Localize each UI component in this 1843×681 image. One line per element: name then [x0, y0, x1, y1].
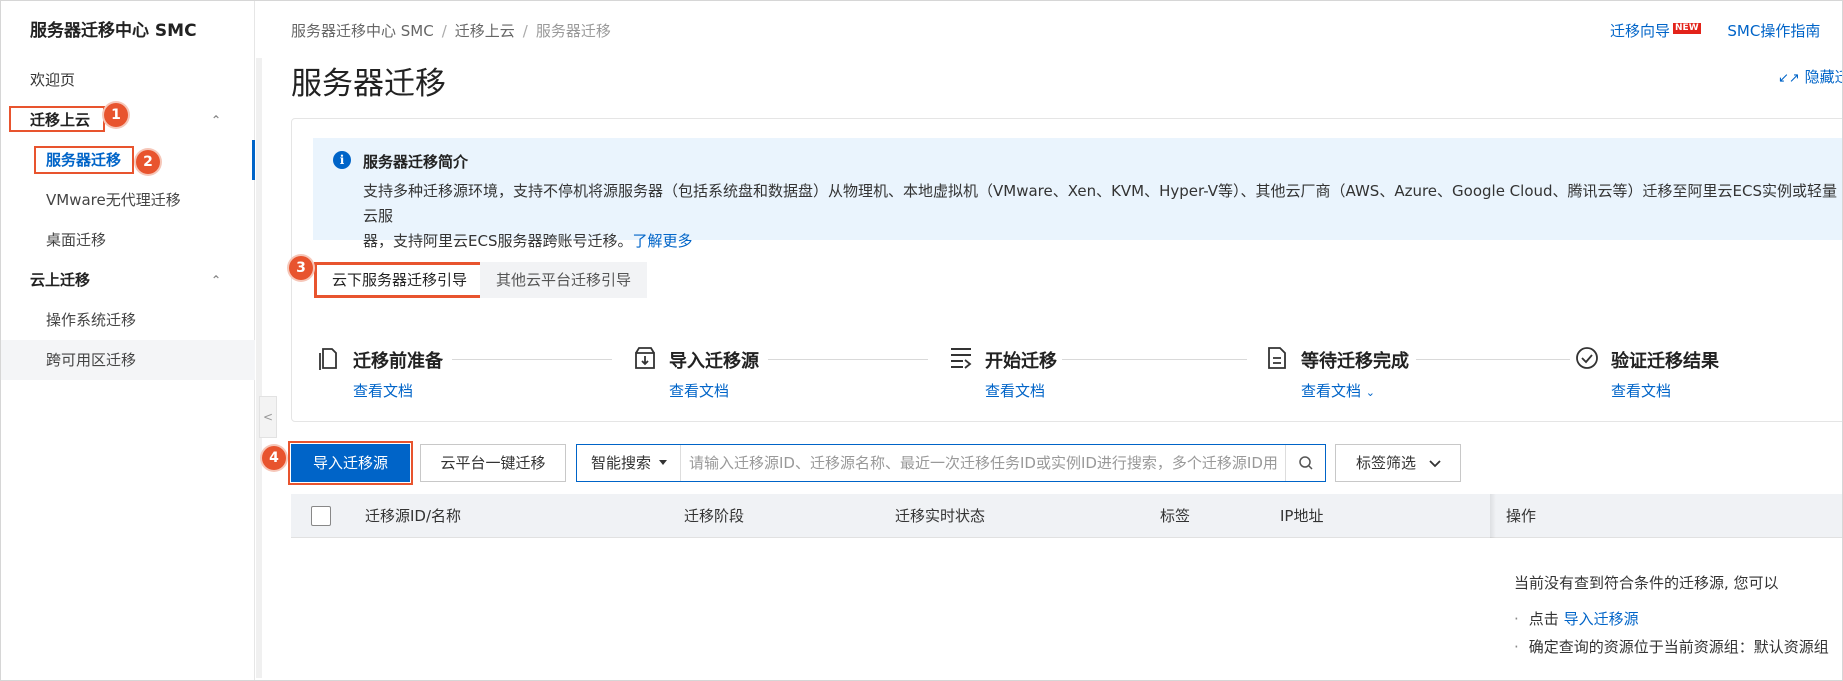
annotation-box-2 [34, 146, 134, 174]
sidebar-item-cross-zone-migration[interactable]: 跨可用区迁移 [0, 340, 255, 380]
import-source-link[interactable]: 导入迁移源 [1564, 610, 1639, 628]
caret-down-icon [659, 460, 668, 465]
sidebar-group-label: 云上迁移 [30, 271, 91, 289]
sidebar-item-welcome[interactable]: 欢迎页 [0, 60, 255, 100]
column-header-realtime-status: 迁移实时状态 [895, 507, 986, 525]
chevron-down-icon [1429, 460, 1441, 468]
chevron-up-icon: ⌃ [210, 273, 221, 287]
smc-manual-link[interactable]: SMC操作指南 [1727, 22, 1820, 40]
empty-state-heading: 当前没有查到符合条件的迁移源, 您可以 [1514, 574, 1779, 592]
breadcrumb-item[interactable]: 服务器迁移中心 SMC [291, 22, 434, 40]
breadcrumb-separator: / [441, 22, 447, 40]
annotation-box-1 [9, 106, 105, 132]
column-header-stage: 迁移阶段 [684, 507, 745, 525]
annotation-badge-3: 3 [289, 256, 313, 280]
document-icon [1268, 347, 1286, 369]
tab-on-premise-guide[interactable]: 云下服务器迁移引导 [314, 262, 486, 298]
info-icon: i [333, 151, 351, 169]
breadcrumb-separator: / [522, 22, 528, 40]
sidebar-scrollbar[interactable] [256, 58, 262, 678]
sidebar-item-label: 跨可用区迁移 [46, 351, 137, 369]
sticky-column-shadow [1490, 494, 1496, 538]
annotation-badge-2: 2 [136, 150, 160, 174]
step-connector [452, 359, 612, 360]
sidebar-item-label: VMware无代理迁移 [46, 191, 181, 209]
tag-filter-label: 标签筛选 [1356, 454, 1417, 472]
intro-line-1: 支持多种迁移源环境，支持不停机将源服务器（包括系统盘和数据盘）从物理机、本地虚拟… [363, 182, 1838, 225]
cloud-one-click-migrate-button[interactable]: 云平台一键迁移 [420, 444, 566, 482]
step-title: 等待迁移完成 [1301, 351, 1409, 372]
search-mode-label: 智能搜索 [591, 454, 652, 472]
step-connector [1062, 359, 1247, 360]
tip-text: 确定查询的资源位于当前资源组：默认资源组 [1528, 638, 1829, 656]
page-title: 服务器迁移 [291, 66, 446, 102]
hide-guide-label: 隐藏迁 [1804, 68, 1843, 86]
collapse-sidebar-button[interactable]: < [259, 396, 277, 438]
sidebar-item-vmware-agentless[interactable]: VMware无代理迁移 [0, 180, 255, 220]
intro-line-2: 器，支持阿里云ECS服务器跨账号迁移。 [363, 232, 633, 250]
column-header-ip: IP地址 [1280, 507, 1324, 525]
annotation-badge-4: 4 [262, 446, 286, 470]
search-bar: 智能搜索 [576, 444, 1326, 482]
import-source-button[interactable]: 导入迁移源 [291, 444, 410, 482]
view-docs-dropdown[interactable]: 查看文档 ⌄ [1301, 380, 1375, 401]
tag-filter-button[interactable]: 标签筛选 [1335, 444, 1461, 482]
sidebar-group-in-cloud-migration[interactable]: 云上迁移 ⌃ [0, 260, 255, 300]
view-docs-link[interactable]: 查看文档 [669, 380, 729, 401]
sidebar: 服务器迁移中心 SMC 欢迎页 迁移上云 ⌃ 服务器迁移 VMware无代理迁移… [0, 0, 255, 681]
clipboard-icon [319, 348, 337, 370]
sidebar-item-label: 欢迎页 [30, 71, 76, 89]
column-header-actions: 操作 [1506, 507, 1537, 525]
table-header: 迁移源ID/名称 迁移阶段 迁移实时状态 标签 IP地址 操作 [291, 494, 1843, 538]
chevron-up-icon: ⌃ [210, 113, 221, 127]
hide-guide-link[interactable]: ↙↗ 隐藏迁 [1778, 66, 1843, 87]
empty-state-tip: · 确定查询的资源位于当前资源组：默认资源组 [1514, 636, 1829, 657]
column-header-source-id: 迁移源ID/名称 [365, 507, 462, 525]
select-all-checkbox[interactable] [311, 506, 331, 526]
search-mode-select[interactable]: 智能搜索 [577, 445, 681, 481]
chevron-down-icon: ⌄ [1365, 386, 1376, 399]
breadcrumb-current: 服务器迁移 [535, 22, 611, 40]
check-circle-icon [1576, 347, 1598, 369]
breadcrumb: 服务器迁移中心 SMC / 迁移上云 / 服务器迁移 [291, 20, 611, 41]
migration-guide-link[interactable]: 迁移向导 [1610, 22, 1670, 40]
step-title: 验证迁移结果 [1611, 351, 1719, 372]
top-links: 迁移向导NEW SMC操作指南 在 [1610, 20, 1843, 41]
tip-prefix: 点击 [1528, 610, 1559, 628]
bullet: · [1514, 638, 1519, 656]
view-docs-link: 查看文档 [1301, 382, 1362, 400]
new-badge: NEW [1673, 23, 1701, 34]
sidebar-item-label: 桌面迁移 [46, 231, 107, 249]
view-docs-link[interactable]: 查看文档 [1611, 380, 1671, 401]
column-header-tags: 标签 [1160, 507, 1191, 525]
step-title: 导入迁移源 [669, 351, 759, 372]
tab-other-cloud-guide[interactable]: 其他云平台迁移引导 [480, 262, 648, 298]
server-list-icon [951, 348, 972, 369]
sidebar-item-label: 操作系统迁移 [46, 311, 137, 329]
step-connector [768, 359, 928, 360]
bullet: · [1514, 610, 1519, 628]
search-icon [1299, 456, 1313, 470]
sidebar-item-os-migration[interactable]: 操作系统迁移 [0, 300, 255, 340]
search-button[interactable] [1285, 445, 1325, 481]
learn-more-link[interactable]: 了解更多 [632, 232, 692, 250]
step-title: 迁移前准备 [353, 351, 443, 372]
step-title: 开始迁移 [985, 351, 1057, 372]
chevron-left-icon: < [262, 410, 274, 424]
intro-text: 支持多种迁移源环境，支持不停机将源服务器（包括系统盘和数据盘）从物理机、本地虚拟… [363, 179, 1843, 254]
import-box-icon [635, 347, 655, 369]
intro-title: 服务器迁移简介 [363, 153, 469, 171]
view-docs-link[interactable]: 查看文档 [985, 380, 1045, 401]
step-connector [1416, 359, 1570, 360]
empty-state-tip: · 点击 导入迁移源 [1514, 608, 1639, 629]
view-docs-link[interactable]: 查看文档 [353, 380, 413, 401]
search-input[interactable] [689, 450, 1279, 476]
sidebar-item-desktop-migration[interactable]: 桌面迁移 [0, 220, 255, 260]
breadcrumb-item[interactable]: 迁移上云 [455, 22, 515, 40]
annotation-badge-1: 1 [104, 103, 128, 127]
collapse-arrows-icon: ↙↗ [1778, 71, 1800, 86]
app-title: 服务器迁移中心 SMC [30, 21, 197, 41]
